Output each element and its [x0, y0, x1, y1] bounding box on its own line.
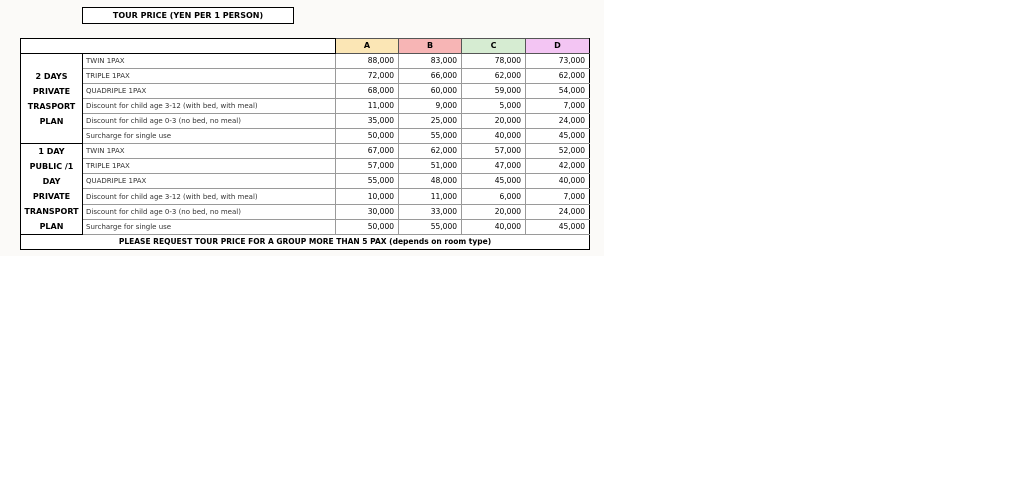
price-cell-d: 7,000	[525, 188, 590, 205]
price-cell-d: 62,000	[525, 68, 590, 84]
price-cell-b: 25,000	[398, 113, 462, 129]
spreadsheet-area: TOUR PRICE (YEN PER 1 PERSON) A B C D 2 …	[0, 0, 604, 256]
group-request-note: PLEASE REQUEST TOUR PRICE FOR A GROUP MO…	[20, 234, 590, 250]
price-cell-b: 55,000	[398, 128, 462, 144]
plan-name-line: PLAN	[39, 116, 64, 126]
price-cell-a: 88,000	[335, 53, 399, 69]
plan-name-line: PLAN	[39, 222, 64, 231]
plan-name-line: TRASPORT	[27, 101, 76, 111]
price-cell-a: 57,000	[335, 158, 399, 175]
price-cell-a: 11,000	[335, 98, 399, 114]
header-row: A B C D	[20, 38, 590, 54]
price-cell-d: 7,000	[525, 98, 590, 114]
row-label: TRIPLE 1PAX	[82, 68, 336, 84]
price-cell-c: 78,000	[461, 53, 526, 69]
table-row: QUADRIPLE 1PAX 68,000 60,000 59,000 54,000	[21, 83, 590, 99]
plan-name-line: DAY	[42, 177, 61, 186]
price-cell-c: 20,000	[461, 203, 526, 220]
price-cell-a: 30,000	[335, 203, 399, 220]
table-row: TRIPLE 1PAX 57,000 51,000 47,000 42,000	[21, 158, 590, 175]
plan-name-cell: 2 DAYS PRIVATE TRASPORT PLAN	[20, 53, 83, 144]
column-header-b: B	[398, 38, 462, 54]
price-table: A B C D 2 DAYS PRIVATE TRASPORT PLAN TWIN 1P…	[20, 38, 590, 250]
price-cell-d: 54,000	[525, 83, 590, 99]
plan-name-cell: 1 DAY PUBLIC /1 DAY PRIVATE TRANSPORT PLAN	[20, 143, 83, 235]
price-cell-b: 55,000	[398, 218, 462, 236]
table-row: Surcharge for single use 50,000 55,000 40,0…	[21, 218, 590, 236]
row-label: Discount for child age 0-3 (no bed, no m…	[82, 203, 336, 220]
price-cell-a: 72,000	[335, 68, 399, 84]
price-cell-c: 59,000	[461, 83, 526, 99]
price-cell-a: 67,000	[335, 142, 399, 160]
price-cell-c: 40,000	[461, 218, 526, 236]
row-label: TRIPLE 1PAX	[82, 158, 336, 175]
plan-name-line: PRIVATE	[32, 86, 71, 96]
price-cell-d: 42,000	[525, 158, 590, 175]
header-corner-cell	[20, 38, 336, 54]
row-label: Discount for child age 3-12 (with bed, w…	[82, 98, 336, 114]
footer-row: PLEASE REQUEST TOUR PRICE FOR A GROUP MO…	[20, 234, 590, 250]
table-row: Discount for child age 0-3 (no bed, no m…	[21, 203, 590, 220]
table-row: TRIPLE 1PAX 72,000 66,000 62,000 62,000	[21, 68, 590, 84]
plan-name-line: 2 DAYS	[35, 71, 68, 81]
table-row: 1 DAY PUBLIC /1 DAY PRIVATE TRANSPORT PLAN TWI…	[20, 142, 590, 235]
table-row: QUADRIPLE 1PAX 55,000 48,000 45,000 40,000	[21, 173, 590, 190]
table-row: Discount for child age 3-12 (with bed, w…	[21, 98, 590, 114]
price-cell-d: 40,000	[525, 173, 590, 190]
price-cell-a: 50,000	[335, 218, 399, 236]
table-row: 2 DAYS PRIVATE TRASPORT PLAN TWIN 1PAX 88,000…	[20, 53, 590, 144]
price-cell-d: 24,000	[525, 113, 590, 129]
price-cell-c: 5,000	[461, 98, 526, 114]
column-header-a: A	[335, 38, 399, 54]
price-cell-d: 45,000	[525, 218, 590, 236]
price-cell-b: 62,000	[398, 142, 462, 160]
table-row: Discount for child age 0-3 (no bed, no m…	[21, 113, 590, 129]
price-cell-b: 60,000	[398, 83, 462, 99]
price-cell-c: 20,000	[461, 113, 526, 129]
price-cell-d: 24,000	[525, 203, 590, 220]
price-cell-a: 68,000	[335, 83, 399, 99]
price-cell-a: 35,000	[335, 113, 399, 129]
price-cell-d: 52,000	[525, 142, 590, 160]
price-cell-b: 83,000	[398, 53, 462, 69]
price-cell-d: 73,000	[525, 53, 590, 69]
plan-name-line: PUBLIC /1	[29, 162, 74, 171]
plan-name-line: TRANSPORT	[24, 207, 79, 216]
table-row: Surcharge for single use 50,000 55,000 40,0…	[21, 128, 590, 144]
price-table-body: A B C D 2 DAYS PRIVATE TRASPORT PLAN TWIN 1P…	[20, 38, 590, 236]
row-label: QUADRIPLE 1PAX	[82, 173, 336, 190]
row-label: Surcharge for single use	[82, 128, 336, 144]
price-cell-a: 10,000	[335, 188, 399, 205]
price-cell-b: 48,000	[398, 173, 462, 190]
price-cell-c: 47,000	[461, 158, 526, 175]
row-label: Discount for child age 3-12 (with bed, w…	[82, 188, 336, 205]
price-cell-c: 57,000	[461, 142, 526, 160]
price-cell-c: 6,000	[461, 188, 526, 205]
row-label: Discount for child age 0-3 (no bed, no m…	[82, 113, 336, 129]
price-table-title: TOUR PRICE (YEN PER 1 PERSON)	[82, 7, 294, 24]
row-label: TWIN 1PAX	[82, 53, 336, 69]
price-cell-b: 11,000	[398, 188, 462, 205]
price-cell-a: 55,000	[335, 173, 399, 190]
price-cell-c: 40,000	[461, 128, 526, 144]
price-cell-b: 9,000	[398, 98, 462, 114]
price-cell-d: 45,000	[525, 128, 590, 144]
price-cell-c: 62,000	[461, 68, 526, 84]
table-row: Discount for child age 3-12 (with bed, w…	[21, 188, 590, 205]
plan-name-line: PRIVATE	[32, 192, 71, 201]
row-label: TWIN 1PAX	[82, 142, 336, 160]
column-header-c: C	[461, 38, 526, 54]
price-cell-b: 33,000	[398, 203, 462, 220]
price-cell-c: 45,000	[461, 173, 526, 190]
column-header-d: D	[525, 38, 590, 54]
price-cell-b: 51,000	[398, 158, 462, 175]
price-cell-a: 50,000	[335, 128, 399, 144]
plan-name-line: 1 DAY	[38, 147, 65, 156]
row-label: Surcharge for single use	[82, 218, 336, 236]
price-cell-b: 66,000	[398, 68, 462, 84]
row-label: QUADRIPLE 1PAX	[82, 83, 336, 99]
